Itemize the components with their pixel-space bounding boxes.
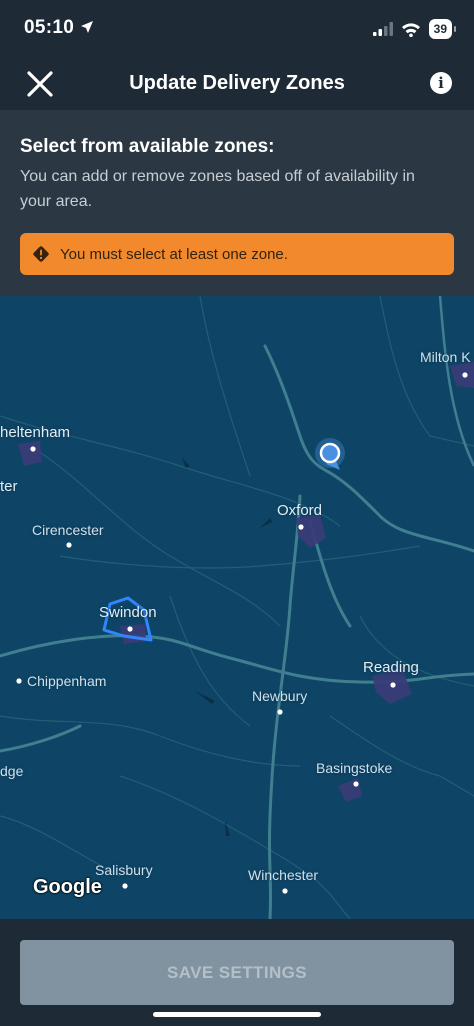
home-indicator — [153, 1012, 321, 1017]
status-time: 05:10 — [24, 17, 75, 38]
instructions-panel: Select from available zones: You can add… — [0, 110, 474, 296]
place-label-cheltenham: heltenham — [0, 424, 71, 441]
info-icon: i — [438, 74, 444, 92]
zone-map[interactable]: Milton K heltenham ter Cirencester Oxfor… — [0, 296, 474, 919]
status-bar: 05:10 39 — [0, 0, 474, 58]
warning-text: You must select at least one zone. — [60, 245, 288, 263]
location-arrow-icon — [81, 21, 93, 33]
google-logo: Google — [33, 876, 102, 898]
place-label-dge: dge — [0, 763, 24, 779]
panel-description: You can add or remove zones based off of… — [20, 168, 415, 210]
info-button[interactable]: i — [430, 72, 452, 94]
place-label-chippenham: Chippenham — [27, 673, 107, 689]
place-label-winchester: Winchester — [248, 867, 319, 883]
wifi-icon — [401, 22, 420, 37]
map-roads — [0, 296, 474, 919]
place-label-basingstoke: Basingstoke — [316, 760, 393, 776]
panel-heading: Select from available zones: — [20, 136, 275, 157]
save-settings-button[interactable]: SAVE SETTINGS — [20, 940, 454, 1005]
status-icons: 39 — [372, 17, 457, 41]
place-label-ter: ter — [0, 478, 18, 495]
place-label-swindon: Swindon — [99, 604, 157, 621]
footer: SAVE SETTINGS — [0, 919, 474, 1026]
warning-icon — [33, 246, 49, 262]
page-title: Update Delivery Zones — [129, 72, 345, 94]
place-label-milton-keynes: Milton K — [420, 349, 471, 365]
place-label-oxford: Oxford — [277, 502, 323, 519]
nav-bar: Update Delivery Zones i — [0, 58, 474, 110]
place-label-cirencester: Cirencester — [32, 522, 104, 538]
cellular-signal-icon — [372, 22, 393, 36]
place-label-salisbury: Salisbury — [95, 862, 153, 878]
battery-icon: 39 — [428, 19, 457, 39]
warning-banner: You must select at least one zone. — [20, 233, 454, 275]
place-label-newbury: Newbury — [252, 688, 308, 704]
place-label-reading: Reading — [363, 659, 419, 676]
